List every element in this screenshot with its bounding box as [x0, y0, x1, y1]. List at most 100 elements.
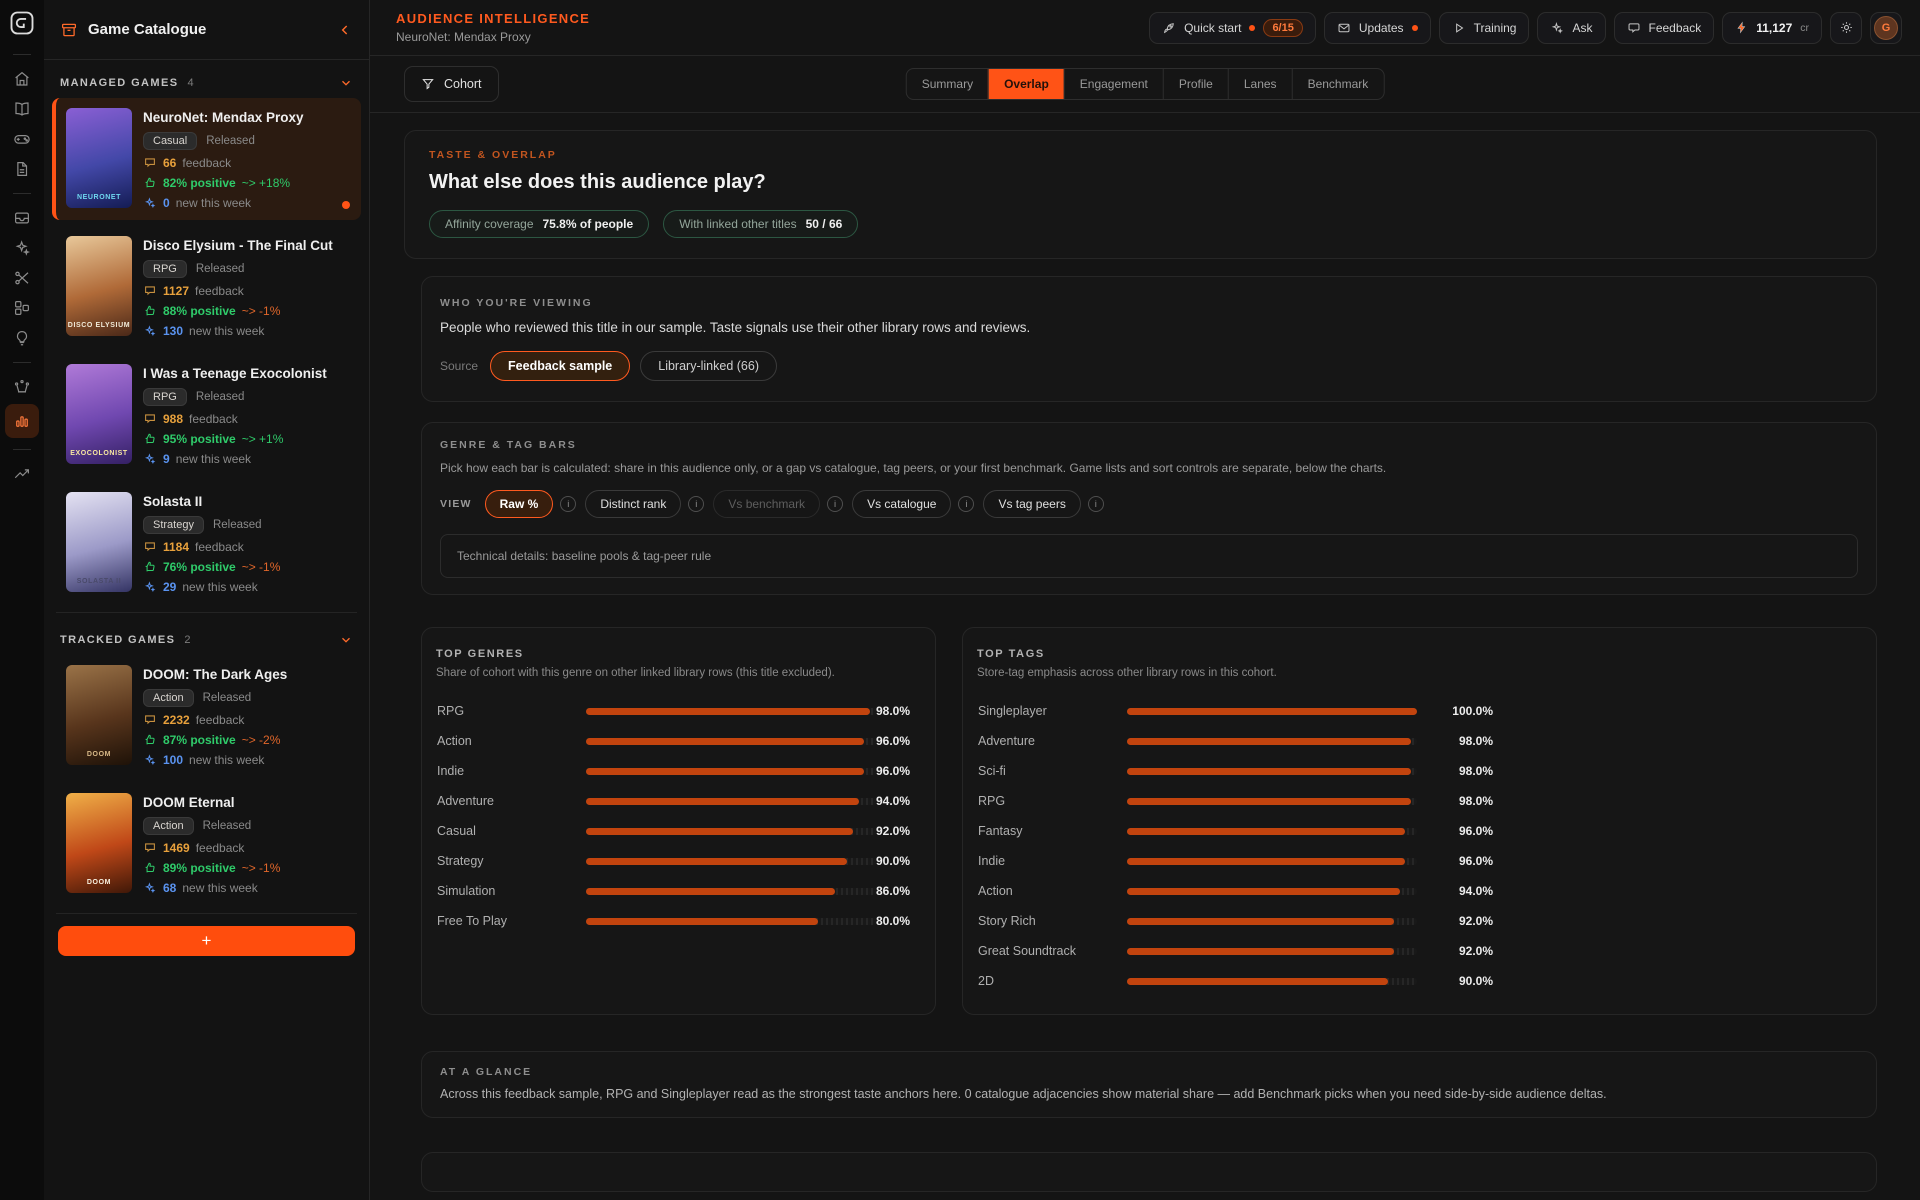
view-pill[interactable]: Vs catalogue: [852, 490, 951, 518]
bar-fill: [1127, 798, 1411, 805]
rail-item-collection[interactable]: [6, 293, 38, 323]
sparkle-icon: [143, 452, 157, 466]
chevron-down-icon[interactable]: [339, 633, 353, 647]
info-icon[interactable]: i: [1088, 496, 1104, 512]
status-text: Released: [203, 820, 252, 832]
quick-start-button[interactable]: Quick start 6/15: [1149, 12, 1316, 44]
account-button[interactable]: G: [1870, 12, 1902, 44]
game-card[interactable]: DISCO ELYSIUM Disco Elysium - The Final …: [52, 226, 361, 348]
feedback-stat: 1127 feedback: [143, 284, 333, 298]
thumbs-up-icon: [143, 304, 157, 318]
top-genres-subtitle: Share of cohort with this genre on other…: [436, 667, 921, 679]
credits-chip[interactable]: 11,127 cr: [1722, 12, 1822, 44]
top-genres-rows: RPG 98.0% Action 96.0% Indie 96.0% Adven…: [436, 696, 921, 936]
feedback-label: feedback: [195, 540, 244, 554]
rail-item-community[interactable]: [6, 372, 38, 402]
cohort-button[interactable]: Cohort: [404, 66, 499, 102]
game-card[interactable]: SOLASTA II Solasta II Strategy Released …: [52, 482, 361, 604]
theme-toggle-button[interactable]: [1830, 12, 1862, 44]
rail-item-sparkles[interactable]: [6, 233, 38, 263]
view-pill[interactable]: Raw %: [485, 490, 554, 518]
quick-start-label: Quick start: [1184, 21, 1241, 35]
envelope-icon: [1337, 21, 1351, 35]
bar-value: 90.0%: [876, 854, 910, 868]
sidebar-collapse-button[interactable]: [337, 22, 353, 38]
rail-item-gamepad[interactable]: [6, 124, 38, 154]
view-pill[interactable]: Distinct rank: [585, 490, 681, 518]
add-game-button[interactable]: +: [58, 926, 355, 956]
tab-overlap[interactable]: Overlap: [988, 69, 1064, 99]
game-card[interactable]: DOOM DOOM Eternal Action Released 1469 f…: [52, 783, 361, 905]
funnel-icon: [421, 77, 435, 91]
status-text: Released: [206, 135, 255, 147]
view-pill[interactable]: Vs benchmark: [713, 490, 820, 518]
ask-button[interactable]: Ask: [1537, 12, 1605, 44]
bar-fill: [586, 708, 870, 715]
content-scroll[interactable]: TASTE & OVERLAP What else does this audi…: [370, 113, 1920, 1200]
info-icon[interactable]: i: [560, 496, 576, 512]
bar-label: Indie: [977, 854, 1127, 868]
bar-label: Strategy: [436, 854, 586, 868]
rail-item-lightbulb[interactable]: [6, 323, 38, 353]
trend-delta: ~> +1%: [242, 432, 284, 446]
bar-row: RPG 98.0%: [436, 696, 921, 726]
rail-item-book[interactable]: [6, 94, 38, 124]
info-icon[interactable]: i: [958, 496, 974, 512]
section-count: 4: [187, 77, 193, 89]
updates-button[interactable]: Updates: [1324, 12, 1431, 44]
genre-badge: Strategy: [143, 516, 204, 534]
game-card[interactable]: DOOM DOOM: The Dark Ages Action Released…: [52, 655, 361, 777]
unread-dot: [342, 201, 350, 209]
info-icon[interactable]: i: [688, 496, 704, 512]
feedback-button[interactable]: Feedback: [1614, 12, 1715, 44]
bar-label: Free To Play: [436, 914, 586, 928]
view-pill[interactable]: Vs tag peers: [983, 490, 1080, 518]
bar-track: [586, 708, 876, 715]
technical-details-box[interactable]: Technical details: baseline pools & tag-…: [440, 534, 1858, 578]
positive-stat: 82% positive ~> +18%: [143, 176, 304, 190]
bar-label: Story Rich: [977, 914, 1127, 928]
positive-value: 76% positive: [163, 560, 236, 574]
genre-tag-bars-label: GENRE & TAG BARS: [440, 439, 1858, 451]
rail-item-home[interactable]: [6, 64, 38, 94]
thumbs-up-icon: [143, 560, 157, 574]
bar-fill: [1127, 768, 1411, 775]
rail-item-document[interactable]: [6, 154, 38, 184]
sparkles-icon: [1550, 21, 1564, 35]
rail-item-trending[interactable]: [6, 459, 38, 489]
source-pill[interactable]: Feedback sample: [490, 351, 630, 381]
sidebar-section-header[interactable]: MANAGED GAMES 4: [52, 66, 361, 98]
rail-items: [5, 45, 39, 489]
bar-row: Fantasy 96.0%: [977, 816, 1862, 846]
credits-unit: cr: [1800, 22, 1809, 34]
game-card[interactable]: EXOCOLONIST I Was a Teenage Exocolonist …: [52, 354, 361, 476]
lightbulb-icon: [13, 329, 31, 347]
training-button[interactable]: Training: [1439, 12, 1530, 44]
new-stat: 29 new this week: [143, 580, 280, 594]
bar-track: [1127, 948, 1417, 955]
rail-item-inbox[interactable]: [6, 203, 38, 233]
tab-benchmark[interactable]: Benchmark: [1292, 69, 1384, 99]
updates-label: Updates: [1359, 21, 1404, 35]
info-icon[interactable]: i: [827, 496, 843, 512]
sidebar-sections: MANAGED GAMES 4 NEURONET NeuroNet: Menda…: [44, 60, 369, 1200]
bar-row: Action 94.0%: [977, 876, 1862, 906]
speech-bubble-icon: [143, 412, 157, 426]
sidebar-section-header[interactable]: TRACKED GAMES 2: [52, 623, 361, 655]
rail-item-analytics[interactable]: [5, 404, 39, 438]
rail-item-scissors[interactable]: [6, 263, 38, 293]
game-card[interactable]: NEURONET NeuroNet: Mendax Proxy Casual R…: [52, 98, 361, 220]
tab-lanes[interactable]: Lanes: [1228, 69, 1292, 99]
quick-start-badge: 6/15: [1263, 19, 1302, 37]
bar-fill: [1127, 888, 1400, 895]
source-pill[interactable]: Library-linked (66): [640, 351, 777, 381]
chevron-down-icon[interactable]: [339, 76, 353, 90]
tab-bar: SummaryOverlapEngagementProfileLanesBenc…: [906, 68, 1385, 100]
tab-summary[interactable]: Summary: [907, 69, 988, 99]
sidebar: Game Catalogue MANAGED GAMES 4 NEURONET …: [44, 0, 370, 1200]
bar-label: RPG: [977, 794, 1127, 808]
bar-value: 80.0%: [876, 914, 910, 928]
tab-profile[interactable]: Profile: [1163, 69, 1228, 99]
tab-engagement[interactable]: Engagement: [1064, 69, 1163, 99]
gamepad-icon: [13, 130, 31, 148]
